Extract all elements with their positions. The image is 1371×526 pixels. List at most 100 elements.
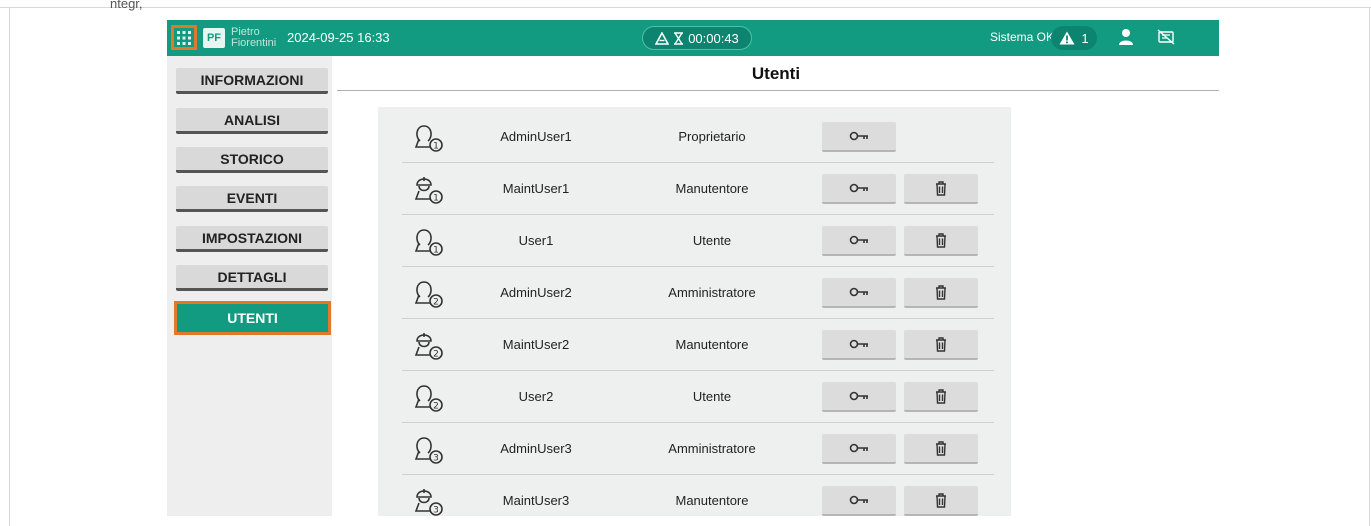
- logo-mark-icon: PF: [203, 28, 225, 48]
- nav-impostazioni[interactable]: IMPOSTAZIONI: [176, 226, 328, 252]
- svg-text:3: 3: [433, 506, 439, 516]
- delete-user-button[interactable]: [904, 330, 978, 360]
- user-name: User2: [518, 389, 554, 404]
- svg-text:2: 2: [433, 298, 439, 308]
- system-status: Sistema OK: [990, 30, 1055, 44]
- user-icon: [1119, 29, 1133, 45]
- delete-user-button[interactable]: [904, 434, 978, 464]
- user-name: AdminUser1: [500, 129, 572, 144]
- maintenance-user-icon: 2: [414, 333, 443, 360]
- user-role: Utente: [692, 233, 732, 248]
- current-datetime: 2024-09-25 16:33: [287, 30, 390, 45]
- trash-icon: [936, 388, 946, 404]
- key-icon: [849, 183, 868, 193]
- key-icon: [849, 391, 868, 401]
- alarm-indicator[interactable]: 1: [1051, 26, 1097, 50]
- page-title: Utenti: [751, 64, 801, 83]
- user-row: 3 MaintUser3 Manutentore: [402, 475, 994, 516]
- change-password-button[interactable]: [822, 278, 896, 308]
- document-left-border: [9, 7, 10, 526]
- trash-icon: [936, 440, 946, 456]
- user-name: AdminUser2: [500, 285, 572, 300]
- admin-user-icon: 3: [414, 437, 443, 464]
- user-list-panel: 1 AdminUser1 Proprietario 1 MaintUser1 M…: [378, 107, 1011, 516]
- timer-value: 00:00:43: [688, 30, 739, 46]
- key-icon: [849, 131, 868, 141]
- user-row: 2 AdminUser2 Amministratore: [402, 267, 994, 319]
- user-role: Manutentore: [675, 337, 749, 352]
- change-password-button[interactable]: [822, 382, 896, 412]
- user-role: Manutentore: [675, 493, 749, 508]
- user-row: 2 MaintUser2 Manutentore: [402, 319, 994, 371]
- maintenance-user-icon: 3: [414, 489, 443, 516]
- change-password-button[interactable]: [822, 434, 896, 464]
- document-right-border: [1369, 7, 1370, 526]
- svg-text:3: 3: [433, 454, 439, 464]
- change-password-button[interactable]: [822, 122, 896, 152]
- delete-user-button[interactable]: [904, 278, 978, 308]
- warning-icon: [1059, 31, 1075, 45]
- user-name: MaintUser2: [502, 337, 570, 352]
- change-password-button[interactable]: [822, 174, 896, 204]
- document-top-rule: [0, 7, 1371, 8]
- top-bar: PF Pietro Fiorentini 2024-09-25 16:33 00…: [167, 20, 1219, 56]
- change-password-button[interactable]: [822, 226, 896, 256]
- trash-icon: [936, 232, 946, 248]
- user-role: Amministratore: [668, 441, 756, 456]
- admin-user-icon: 2: [414, 281, 443, 308]
- delete-user-button[interactable]: [904, 174, 978, 204]
- key-icon: [849, 339, 868, 349]
- nav-analisi[interactable]: ANALISI: [176, 108, 328, 134]
- user-role: Proprietario: [678, 129, 746, 144]
- change-password-button[interactable]: [822, 330, 896, 360]
- alarm-count: 1: [1081, 30, 1089, 46]
- document-text-fragment: ntegr,: [110, 0, 143, 11]
- user-row: 1 AdminUser1 Proprietario: [402, 111, 994, 163]
- title-divider: [337, 90, 1219, 91]
- admin-user-icon: 1: [414, 125, 443, 152]
- company-logo: PF Pietro Fiorentini: [203, 26, 276, 50]
- maintenance-user-icon: 1: [414, 177, 443, 204]
- key-icon: [849, 287, 868, 297]
- delete-user-button[interactable]: [904, 382, 978, 412]
- sidebar-nav: INFORMAZIONI ANALISI STORICO EVENTI IMPO…: [167, 56, 332, 516]
- delete-user-button[interactable]: [904, 226, 978, 256]
- standard-user-icon: 1: [414, 229, 443, 256]
- hmi-screen: PF Pietro Fiorentini 2024-09-25 16:33 00…: [167, 20, 1219, 516]
- standard-user-icon: 2: [414, 385, 443, 412]
- user-role: Amministratore: [668, 285, 756, 300]
- user-role: Utente: [692, 389, 732, 404]
- user-name: AdminUser3: [500, 441, 572, 456]
- nav-informazioni[interactable]: INFORMAZIONI: [176, 68, 328, 94]
- network-status-button[interactable]: [1157, 29, 1175, 50]
- svg-text:1: 1: [433, 194, 439, 204]
- user-row: 1 User1 Utente: [402, 215, 994, 267]
- session-timer[interactable]: 00:00:43: [642, 26, 752, 50]
- delete-user-button[interactable]: [904, 486, 978, 516]
- user-level-icon: [655, 31, 670, 45]
- trash-icon: [936, 492, 946, 508]
- nav-utenti[interactable]: UTENTI: [174, 301, 331, 335]
- svg-text:2: 2: [433, 402, 439, 412]
- trash-icon: [936, 336, 946, 352]
- network-disconnected-icon: [1157, 29, 1175, 45]
- logo-text: Pietro Fiorentini: [231, 27, 276, 49]
- user-name: MaintUser3: [502, 493, 570, 508]
- hourglass-icon: [674, 31, 684, 45]
- key-icon: [849, 495, 868, 505]
- change-password-button[interactable]: [822, 486, 896, 516]
- svg-text:1: 1: [433, 142, 439, 152]
- user-row: 3 AdminUser3 Amministratore: [402, 423, 994, 475]
- nav-eventi[interactable]: EVENTI: [176, 186, 328, 212]
- user-row: 2 User2 Utente: [402, 371, 994, 423]
- grid-menu-icon: [177, 30, 191, 45]
- svg-text:2: 2: [433, 350, 439, 360]
- nav-dettagli[interactable]: DETTAGLI: [176, 265, 328, 291]
- nav-storico[interactable]: STORICO: [176, 147, 328, 173]
- logo-line-2: Fiorentini: [231, 37, 277, 49]
- user-account-button[interactable]: [1119, 28, 1133, 51]
- trash-icon: [936, 180, 946, 196]
- user-name: MaintUser1: [502, 181, 570, 196]
- app-menu-button[interactable]: [171, 25, 197, 50]
- user-role: Manutentore: [675, 181, 749, 196]
